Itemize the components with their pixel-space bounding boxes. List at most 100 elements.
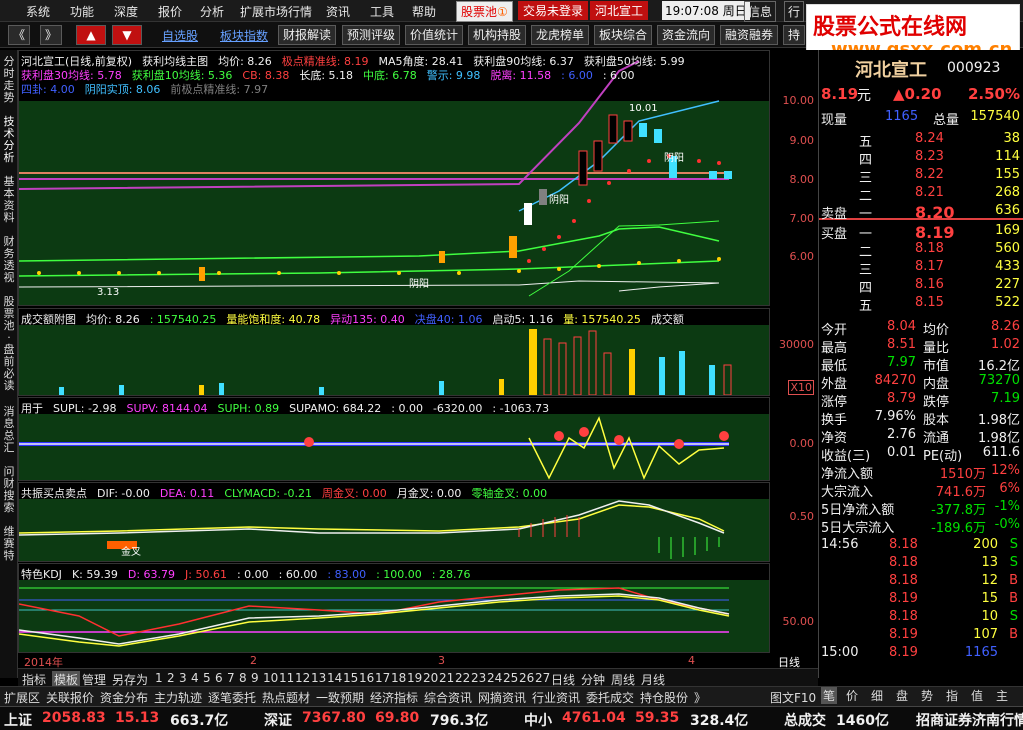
menu-tools[interactable]: 工具 xyxy=(370,3,394,20)
bottom-tab[interactable]: 24 xyxy=(487,671,502,685)
header-value: 周金叉: 0.00 xyxy=(322,487,387,500)
quote-tab[interactable]: 值 xyxy=(971,687,983,704)
menu-system[interactable]: 系统 xyxy=(26,3,50,20)
quote-tab[interactable]: 笔 xyxy=(821,687,838,704)
institution-button[interactable]: 机构持股 xyxy=(468,25,527,45)
menu-extended-market[interactable]: 扩展市场行情 xyxy=(240,3,312,20)
taskbar-item[interactable]: 持仓股份 xyxy=(640,689,688,706)
bottom-tab[interactable]: 23 xyxy=(471,671,486,685)
taskbar-item[interactable]: 经济指标 xyxy=(370,689,418,706)
bottom-tab[interactable]: 8 xyxy=(239,671,247,685)
kdj-panel[interactable]: 特色KDJ K: 59.39 D: 63.79 J: 50.61: 0.00: 60.… xyxy=(18,563,770,653)
prev-button[interactable]: 《 xyxy=(8,25,31,45)
bottom-tab[interactable]: 26 xyxy=(519,671,534,685)
quote-tab[interactable]: 价 xyxy=(846,687,858,704)
stock-pool-button[interactable]: 股票池① xyxy=(456,1,513,22)
taskbar-item[interactable]: 委托成交 xyxy=(586,689,634,706)
bottom-tab[interactable]: 2 xyxy=(167,671,175,685)
macd-panel[interactable]: 共振买点卖点 DIF: -0.00 DEA: 0.11 CLYMACD: -0.21 周… xyxy=(18,482,770,562)
bottom-tab[interactable]: 3 xyxy=(179,671,187,685)
menu-help[interactable]: 帮助 xyxy=(412,3,436,20)
taskbar-item[interactable]: 》 xyxy=(694,689,706,706)
margin-button[interactable]: 融资融券 xyxy=(720,25,779,45)
sector-index-link[interactable]: 板块指数 xyxy=(220,27,268,44)
bottom-tab[interactable]: 11 xyxy=(279,671,294,685)
stat-value: 73270 xyxy=(978,373,1020,388)
bottom-tab[interactable]: 21 xyxy=(439,671,454,685)
tab-search[interactable]: 问财搜索 xyxy=(2,466,16,514)
taskbar-item[interactable]: 综合资讯 xyxy=(424,689,472,706)
up-button[interactable]: ▲ xyxy=(76,25,106,45)
bottom-tab[interactable]: 9 xyxy=(251,671,259,685)
bottom-tab[interactable]: 25 xyxy=(503,671,518,685)
tab-news[interactable]: 消息总汇 xyxy=(2,406,16,454)
taskbar-item[interactable]: 扩展区 xyxy=(4,689,40,706)
bottom-tab[interactable]: 20 xyxy=(423,671,438,685)
taskbar-item[interactable]: 主力轨迹 xyxy=(154,689,202,706)
bottom-tab[interactable]: 6 xyxy=(215,671,223,685)
quote-tab[interactable]: 盘 xyxy=(896,687,908,704)
tab-wst[interactable]: 维赛特 xyxy=(2,526,16,562)
bottom-tab[interactable]: 18 xyxy=(391,671,406,685)
header-value: 月金叉: 0.00 xyxy=(396,487,462,500)
quote-tab[interactable]: 细 xyxy=(871,687,883,704)
tab-stock-pool[interactable]: 股票池·盘前必读 xyxy=(2,296,16,392)
report-button[interactable]: 财报解读 xyxy=(278,25,337,45)
volume-panel[interactable]: 成交额附图 均价: 8.26: 157540.25 量能饱和度: 40.78 异动13… xyxy=(18,308,770,396)
quote-tab[interactable]: 势 xyxy=(921,687,933,704)
menu-function[interactable]: 功能 xyxy=(70,3,94,20)
taskbar-item[interactable]: 一致预期 xyxy=(316,689,364,706)
bottom-tab[interactable]: 14 xyxy=(327,671,342,685)
down-button[interactable]: ▼ xyxy=(112,25,142,45)
bottom-tab[interactable]: 1 xyxy=(155,671,163,685)
taskbar-item[interactable]: 热点题材 xyxy=(262,689,310,706)
bottom-tab[interactable]: 10 xyxy=(263,671,278,685)
bottom-tab[interactable]: 4 xyxy=(191,671,199,685)
taskbar-item[interactable]: 逐笔委托 xyxy=(208,689,256,706)
info-button[interactable]: 信息 xyxy=(744,1,777,22)
taskbar-item[interactable]: 资金分布 xyxy=(100,689,148,706)
taskbar-item[interactable]: 行业资讯 xyxy=(532,689,580,706)
menu-analysis[interactable]: 分析 xyxy=(200,3,224,20)
value-stats-button[interactable]: 价值统计 xyxy=(405,25,464,45)
menu-info[interactable]: 资讯 xyxy=(326,3,350,20)
holdings-button[interactable]: 持 xyxy=(783,25,806,45)
current-stock-tab[interactable]: 河北宣工 xyxy=(590,1,649,20)
header-value: 阴阳实顶: 8.06 xyxy=(84,83,161,96)
capital-flow-button[interactable]: 资金流向 xyxy=(657,25,716,45)
f10-button[interactable]: 图文F10 xyxy=(770,689,816,706)
bottom-tab[interactable]: 19 xyxy=(407,671,422,685)
dragon-tiger-button[interactable]: 龙虎榜单 xyxy=(531,25,590,45)
bottom-tab[interactable]: 16 xyxy=(359,671,374,685)
flow-row: 5日大宗流入 -189.6万 -0% xyxy=(819,516,1023,536)
watchlist-link[interactable]: 自选股 xyxy=(162,27,198,44)
tab-technical[interactable]: 技术分析 xyxy=(2,116,16,164)
tab-intraday[interactable]: 分时走势 xyxy=(2,56,16,104)
menu-depth[interactable]: 深度 xyxy=(114,3,138,20)
menu-quote[interactable]: 报价 xyxy=(158,3,182,20)
bottom-tab[interactable]: 17 xyxy=(375,671,390,685)
quote-tab[interactable]: 主 xyxy=(996,687,1008,704)
taskbar-item[interactable]: 网摘资讯 xyxy=(478,689,526,706)
bottom-tab[interactable]: 22 xyxy=(455,671,470,685)
trade-login-button[interactable]: 交易未登录 xyxy=(518,1,589,20)
next-button[interactable]: 》 xyxy=(40,25,63,45)
bottom-tab[interactable]: 27 xyxy=(535,671,550,685)
taskbar-item[interactable]: 关联报价 xyxy=(46,689,94,706)
sector-button[interactable]: 板块综合 xyxy=(594,25,653,45)
bottom-tab[interactable]: 7 xyxy=(227,671,235,685)
bottom-tab[interactable]: 15 xyxy=(343,671,358,685)
bottom-tab[interactable]: 13 xyxy=(311,671,326,685)
rating-button[interactable]: 预测评级 xyxy=(342,25,401,45)
quote-tab[interactable]: 指 xyxy=(946,687,958,704)
quote-button[interactable]: 行 xyxy=(784,1,805,22)
price-pct: 2.50% xyxy=(967,85,1020,103)
main-chart-panel[interactable]: 河北宣工(日线,前复权) 获利均线主图 均价: 8.26 极点精准线: 8.19 MA5… xyxy=(18,50,770,306)
bottom-tab[interactable]: 5 xyxy=(203,671,211,685)
tab-basic-info[interactable]: 基本资料 xyxy=(2,176,16,224)
stat-row: 最高 8.51 量比 1.02 xyxy=(819,336,1023,356)
bottom-tab[interactable]: 12 xyxy=(295,671,310,685)
ask-price: 8.23 xyxy=(915,149,944,164)
supl-panel[interactable]: 用于 SUPL: -2.98 SUPV: 8144.04 SUPH: 0.89 SUPA… xyxy=(18,397,770,481)
tab-financial[interactable]: 财务透视 xyxy=(2,236,16,284)
